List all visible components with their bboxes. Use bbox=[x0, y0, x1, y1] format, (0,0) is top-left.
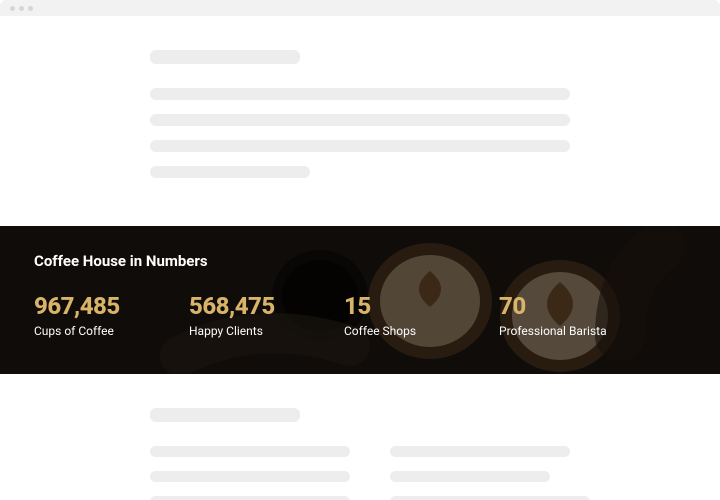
page-content: Coffee House in Numbers 967,485 Cups of … bbox=[0, 16, 720, 500]
hero-title: Coffee House in Numbers bbox=[34, 252, 686, 270]
stat-value: 70 bbox=[499, 292, 607, 320]
stat-barista: 70 Professional Barista bbox=[499, 292, 637, 338]
skeleton-line bbox=[390, 496, 590, 500]
skeleton-line bbox=[150, 471, 350, 482]
skeleton-line bbox=[150, 114, 570, 126]
skeleton-col-right bbox=[390, 408, 590, 500]
stat-clients: 568,475 Happy Clients bbox=[189, 292, 344, 338]
skeleton-line bbox=[150, 140, 570, 152]
stat-value: 967,485 bbox=[34, 292, 159, 320]
skeleton-line bbox=[150, 166, 310, 178]
stat-label: Cups of Coffee bbox=[34, 324, 159, 338]
skeleton-line bbox=[150, 88, 570, 100]
hero-content: Coffee House in Numbers 967,485 Cups of … bbox=[0, 226, 720, 338]
skeleton-line bbox=[390, 471, 550, 482]
stat-label: Professional Barista bbox=[499, 324, 607, 338]
browser-titlebar bbox=[0, 0, 720, 16]
window-control-minimize[interactable] bbox=[19, 6, 24, 11]
skeleton-heading bbox=[150, 50, 300, 64]
skeleton-line bbox=[390, 446, 570, 457]
stats-row: 967,485 Cups of Coffee 568,475 Happy Cli… bbox=[34, 292, 686, 338]
stat-shops: 15 Coffee Shops bbox=[344, 292, 499, 338]
browser-frame: Coffee House in Numbers 967,485 Cups of … bbox=[0, 0, 720, 500]
stat-label: Coffee Shops bbox=[344, 324, 469, 338]
window-control-maximize[interactable] bbox=[28, 6, 33, 11]
skeleton-heading bbox=[150, 408, 300, 422]
skeleton-col-left bbox=[150, 408, 350, 500]
stat-cups: 967,485 Cups of Coffee bbox=[34, 292, 189, 338]
skeleton-top bbox=[0, 16, 720, 226]
skeleton-line bbox=[150, 496, 350, 500]
skeleton-bottom bbox=[0, 374, 720, 500]
stat-value: 15 bbox=[344, 292, 469, 320]
stat-value: 568,475 bbox=[189, 292, 314, 320]
skeleton-line bbox=[150, 446, 350, 457]
stats-hero: Coffee House in Numbers 967,485 Cups of … bbox=[0, 226, 720, 374]
stat-label: Happy Clients bbox=[189, 324, 314, 338]
window-control-close[interactable] bbox=[10, 6, 15, 11]
